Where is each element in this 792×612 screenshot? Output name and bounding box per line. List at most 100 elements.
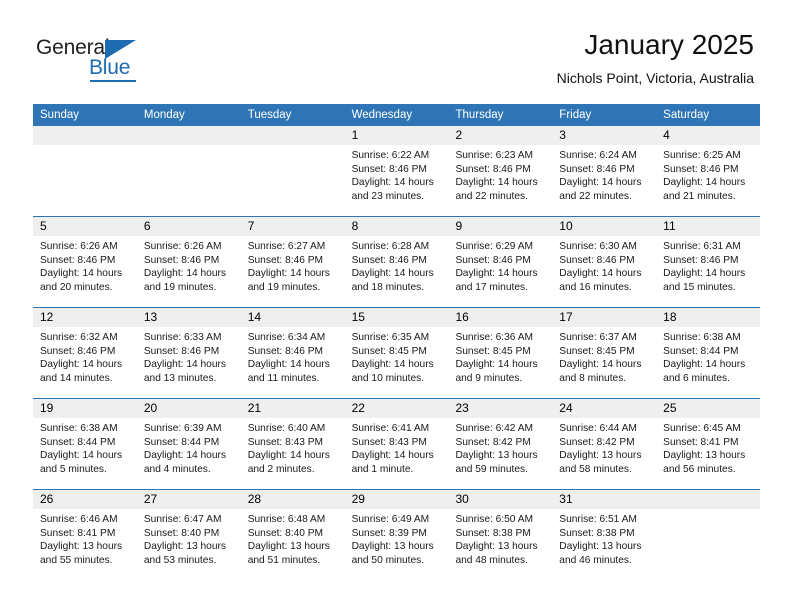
day-cell[interactable]: Sunrise: 6:40 AM Sunset: 8:43 PM Daylight:… bbox=[241, 418, 345, 489]
day-number[interactable]: 5 bbox=[33, 217, 137, 236]
day-number[interactable]: 14 bbox=[241, 308, 345, 327]
day-number[interactable]: 25 bbox=[656, 399, 760, 418]
day-number[interactable]: 12 bbox=[33, 308, 137, 327]
day-number[interactable]: 19 bbox=[33, 399, 137, 418]
day-number[interactable]: 4 bbox=[656, 126, 760, 145]
day-cell-empty bbox=[241, 145, 345, 216]
day-number[interactable]: 6 bbox=[137, 217, 241, 236]
week-detail-band: Sunrise: 6:22 AM Sunset: 8:46 PM Daylight:… bbox=[33, 145, 760, 216]
day-number[interactable]: 26 bbox=[33, 490, 137, 509]
day-number[interactable]: 1 bbox=[345, 126, 449, 145]
day-daylight2-text: and 53 minutes. bbox=[143, 554, 217, 566]
day-number[interactable]: 28 bbox=[241, 490, 345, 509]
day-number-empty bbox=[137, 126, 241, 145]
day-cell[interactable]: Sunrise: 6:47 AM Sunset: 8:40 PM Daylight:… bbox=[137, 509, 241, 580]
day-sunrise-text: Sunrise: 6:41 AM bbox=[351, 423, 430, 434]
day-daylight2-text: and 56 minutes. bbox=[663, 463, 736, 475]
day-cell[interactable]: Sunrise: 6:38 AM Sunset: 8:44 PM Daylight:… bbox=[656, 327, 760, 398]
day-daylight-text: Daylight: 13 hours bbox=[351, 541, 434, 553]
day-cell[interactable]: Sunrise: 6:25 AM Sunset: 8:46 PM Daylight:… bbox=[656, 145, 760, 216]
week-daynumber-band: 19 20 21 22 23 24 25 bbox=[33, 399, 760, 418]
day-number[interactable]: 27 bbox=[137, 490, 241, 509]
day-daylight2-text: and 9 minutes. bbox=[455, 372, 523, 384]
day-cell[interactable]: Sunrise: 6:29 AM Sunset: 8:46 PM Daylight:… bbox=[448, 236, 552, 307]
day-sunrise-text: Sunrise: 6:46 AM bbox=[40, 514, 118, 525]
day-sunset-text: Sunset: 8:46 PM bbox=[351, 163, 427, 175]
day-cell[interactable]: Sunrise: 6:23 AM Sunset: 8:46 PM Daylight:… bbox=[448, 145, 552, 216]
day-cell[interactable]: Sunrise: 6:28 AM Sunset: 8:46 PM Daylight:… bbox=[345, 236, 449, 307]
day-number[interactable]: 31 bbox=[552, 490, 656, 509]
day-cell[interactable]: Sunrise: 6:26 AM Sunset: 8:46 PM Daylight:… bbox=[33, 236, 137, 307]
day-cell[interactable]: Sunrise: 6:49 AM Sunset: 8:39 PM Daylight:… bbox=[345, 509, 449, 580]
day-daylight-text: Daylight: 14 hours bbox=[663, 359, 746, 371]
weekday-header-saturday: Saturday bbox=[663, 109, 710, 121]
day-cell[interactable]: Sunrise: 6:42 AM Sunset: 8:42 PM Daylight:… bbox=[448, 418, 552, 489]
day-number[interactable]: 24 bbox=[552, 399, 656, 418]
day-number[interactable]: 2 bbox=[448, 126, 552, 145]
day-sunset-text: Sunset: 8:46 PM bbox=[247, 345, 324, 357]
day-sunset-text: Sunset: 8:42 PM bbox=[455, 436, 531, 448]
day-sunset-text: Sunset: 8:46 PM bbox=[559, 254, 635, 266]
day-number[interactable]: 9 bbox=[448, 217, 552, 236]
day-cell[interactable]: Sunrise: 6:24 AM Sunset: 8:46 PM Daylight:… bbox=[552, 145, 656, 216]
day-number[interactable]: 13 bbox=[137, 308, 241, 327]
day-number[interactable]: 29 bbox=[345, 490, 449, 509]
day-number[interactable]: 20 bbox=[137, 399, 241, 418]
day-number[interactable]: 22 bbox=[345, 399, 449, 418]
day-sunrise-text: Sunrise: 6:37 AM bbox=[559, 332, 637, 343]
day-cell[interactable]: Sunrise: 6:27 AM Sunset: 8:46 PM Daylight:… bbox=[241, 236, 345, 307]
day-daylight-text: Daylight: 14 hours bbox=[143, 450, 226, 462]
day-sunset-text: Sunset: 8:38 PM bbox=[455, 527, 531, 539]
day-cell[interactable]: Sunrise: 6:35 AM Sunset: 8:45 PM Daylight:… bbox=[345, 327, 449, 398]
day-cell[interactable]: Sunrise: 6:32 AM Sunset: 8:46 PM Daylight:… bbox=[33, 327, 137, 398]
day-sunset-text: Sunset: 8:46 PM bbox=[455, 254, 531, 266]
day-sunset-text: Sunset: 8:44 PM bbox=[40, 436, 116, 448]
day-sunrise-text: Sunrise: 6:31 AM bbox=[663, 241, 741, 252]
day-daylight2-text: and 19 minutes. bbox=[247, 281, 321, 293]
day-cell-empty bbox=[656, 509, 760, 580]
day-cell[interactable]: Sunrise: 6:45 AM Sunset: 8:41 PM Daylight:… bbox=[656, 418, 760, 489]
week-daynumber-band: 12 13 14 15 16 17 18 bbox=[33, 308, 760, 327]
day-number[interactable]: 10 bbox=[552, 217, 656, 236]
day-number[interactable]: 8 bbox=[345, 217, 449, 236]
page-subtitle: Nichols Point, Victoria, Australia bbox=[556, 70, 754, 86]
day-number[interactable]: 7 bbox=[241, 217, 345, 236]
day-number[interactable]: 11 bbox=[656, 217, 760, 236]
day-cell[interactable]: Sunrise: 6:31 AM Sunset: 8:46 PM Daylight:… bbox=[656, 236, 760, 307]
day-daylight2-text: and 18 minutes. bbox=[351, 281, 425, 293]
day-daylight-text: Daylight: 14 hours bbox=[40, 450, 123, 462]
day-cell[interactable]: Sunrise: 6:22 AM Sunset: 8:46 PM Daylight:… bbox=[345, 145, 449, 216]
day-sunrise-text: Sunrise: 6:36 AM bbox=[455, 332, 534, 343]
day-cell[interactable]: Sunrise: 6:51 AM Sunset: 8:38 PM Daylight:… bbox=[552, 509, 656, 580]
weekday-header-tuesday: Tuesday bbox=[247, 109, 292, 121]
week-row: 19 20 21 22 23 24 25 Sunrise: 6:38 AM Sunset: 8:… bbox=[33, 398, 760, 489]
day-number[interactable]: 18 bbox=[656, 308, 760, 327]
day-cell[interactable]: Sunrise: 6:50 AM Sunset: 8:38 PM Daylight:… bbox=[448, 509, 552, 580]
day-cell[interactable]: Sunrise: 6:26 AM Sunset: 8:46 PM Daylight:… bbox=[137, 236, 241, 307]
day-sunrise-text: Sunrise: 6:49 AM bbox=[351, 514, 430, 525]
day-cell[interactable]: Sunrise: 6:41 AM Sunset: 8:43 PM Daylight:… bbox=[345, 418, 449, 489]
day-cell[interactable]: Sunrise: 6:37 AM Sunset: 8:45 PM Daylight:… bbox=[552, 327, 656, 398]
day-sunset-text: Sunset: 8:41 PM bbox=[663, 436, 739, 448]
day-cell[interactable]: Sunrise: 6:48 AM Sunset: 8:40 PM Daylight:… bbox=[241, 509, 345, 580]
day-cell[interactable]: Sunrise: 6:33 AM Sunset: 8:46 PM Daylight:… bbox=[137, 327, 241, 398]
day-cell[interactable]: Sunrise: 6:30 AM Sunset: 8:46 PM Daylight:… bbox=[552, 236, 656, 307]
title-block: January 2025 Nichols Point, Victoria, Au… bbox=[557, 28, 754, 88]
day-cell[interactable]: Sunrise: 6:36 AM Sunset: 8:45 PM Daylight:… bbox=[448, 327, 552, 398]
day-cell[interactable]: Sunrise: 6:46 AM Sunset: 8:41 PM Daylight:… bbox=[33, 509, 137, 580]
day-cell[interactable]: Sunrise: 6:38 AM Sunset: 8:44 PM Daylight:… bbox=[33, 418, 137, 489]
day-number[interactable]: 3 bbox=[552, 126, 656, 145]
day-number[interactable]: 15 bbox=[345, 308, 449, 327]
day-number[interactable]: 23 bbox=[448, 399, 552, 418]
day-sunset-text: Sunset: 8:46 PM bbox=[351, 254, 427, 266]
day-cell[interactable]: Sunrise: 6:44 AM Sunset: 8:42 PM Daylight:… bbox=[552, 418, 656, 489]
logo-underline bbox=[90, 80, 136, 82]
day-number[interactable]: 30 bbox=[448, 490, 552, 509]
day-sunset-text: Sunset: 8:46 PM bbox=[40, 345, 116, 357]
day-daylight2-text: and 55 minutes. bbox=[40, 554, 113, 566]
day-number[interactable]: 21 bbox=[241, 399, 345, 418]
day-cell[interactable]: Sunrise: 6:34 AM Sunset: 8:46 PM Daylight:… bbox=[241, 327, 345, 398]
day-number[interactable]: 17 bbox=[552, 308, 656, 327]
day-number[interactable]: 16 bbox=[448, 308, 552, 327]
day-cell[interactable]: Sunrise: 6:39 AM Sunset: 8:44 PM Daylight:… bbox=[137, 418, 241, 489]
